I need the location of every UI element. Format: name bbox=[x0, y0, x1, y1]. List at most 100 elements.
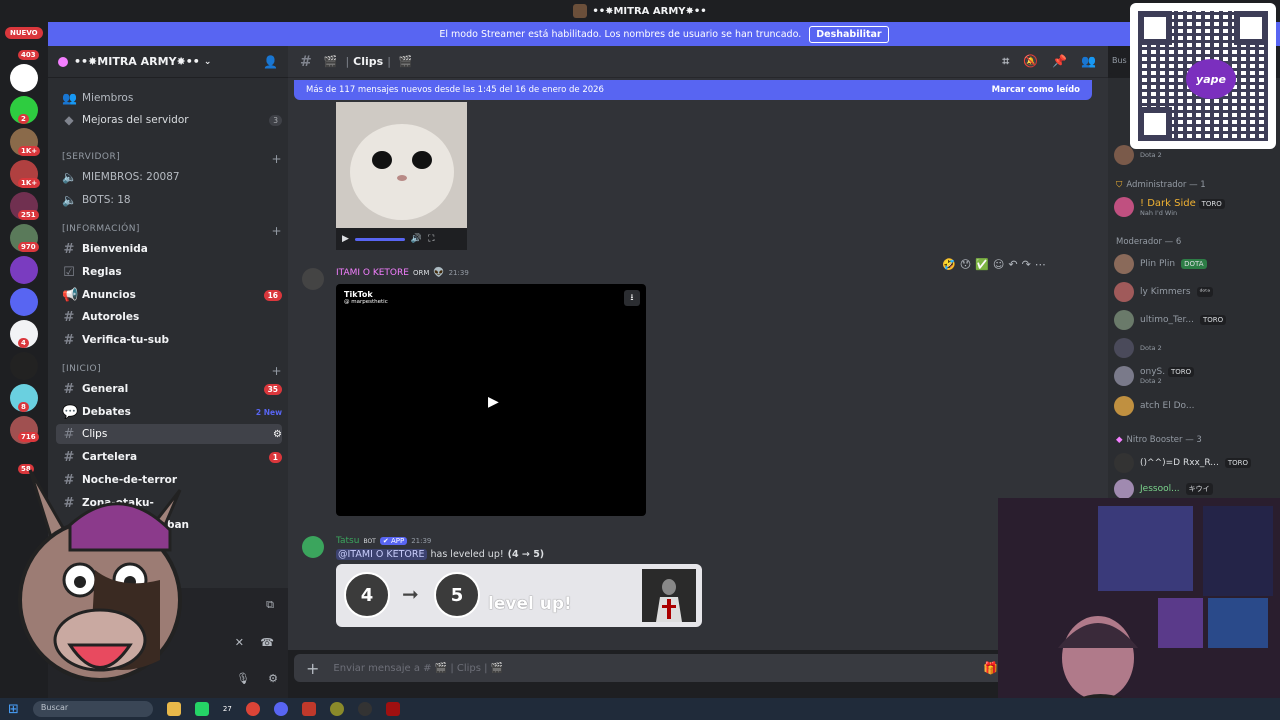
notification-icon[interactable]: 🔕 bbox=[1023, 54, 1038, 69]
webcam-overlay bbox=[998, 498, 1280, 720]
member-item[interactable]: Dota 2 bbox=[1114, 335, 1278, 361]
clapper-icon: 🎬 bbox=[398, 55, 413, 68]
message-list: Más de 117 mensajes nuevos desde las 1:4… bbox=[288, 78, 1108, 650]
new-messages-bar[interactable]: Más de 117 mensajes nuevos desde las 1:4… bbox=[294, 80, 1092, 100]
discord-icon[interactable] bbox=[273, 702, 288, 716]
hash-icon: # bbox=[300, 53, 312, 70]
microphone-icon[interactable]: 🎙 bbox=[236, 672, 250, 685]
screen-share-icon[interactable]: ⧉ bbox=[266, 598, 274, 612]
count-badge: 3 bbox=[269, 114, 282, 126]
channel-anuncios[interactable]: 📢 Anuncios 16 bbox=[56, 285, 282, 305]
disable-streamer-button[interactable]: Deshabilitar bbox=[809, 25, 889, 43]
member-item[interactable]: atch El Do... bbox=[1114, 393, 1278, 419]
forward-icon[interactable]: ↷ bbox=[1022, 258, 1031, 271]
level-up-card[interactable]: 4 ➞ 5 level up! bbox=[336, 564, 702, 627]
stat-channel-members[interactable]: 🔈 MIEMBROS: 20087 bbox=[56, 167, 282, 187]
message-composer[interactable]: + Enviar mensaje a # 🎬 | Clips | 🎬 🎁 bbox=[294, 654, 1010, 682]
server-icon[interactable] bbox=[10, 256, 38, 284]
windows-start-icon[interactable]: ⊞ bbox=[8, 702, 19, 717]
whatsapp-icon[interactable] bbox=[194, 702, 209, 716]
channel-reglas[interactable]: ☑ Reglas bbox=[56, 262, 282, 282]
category-servidor[interactable]: [SERVIDOR] + bbox=[62, 152, 282, 166]
shield-icon: ⛉ bbox=[1116, 180, 1123, 190]
threads-icon[interactable]: ⌗ bbox=[1002, 54, 1009, 69]
avatar bbox=[1114, 479, 1134, 499]
channel-verifica[interactable]: # Verifica-tu-sub bbox=[56, 330, 282, 350]
avatar bbox=[1114, 254, 1134, 274]
add-reaction-icon[interactable]: ☺ bbox=[993, 258, 1004, 271]
channel-general[interactable]: # General 35 bbox=[56, 379, 282, 399]
avatar[interactable] bbox=[302, 536, 324, 558]
taskbar-search[interactable]: Buscar bbox=[32, 701, 153, 717]
member-name: Plin Plin bbox=[1140, 259, 1176, 269]
author-name[interactable]: ITAMI O KETORE bbox=[336, 268, 409, 278]
tiktok-embed[interactable]: TikTok @ marpesthetic ⭳ ▶ bbox=[336, 284, 646, 516]
channel-autoroles[interactable]: # Autoroles bbox=[56, 307, 282, 327]
member-item[interactable]: Plin Plin DOTA bbox=[1114, 251, 1278, 277]
nuevo-badge[interactable]: NUEVO bbox=[5, 27, 43, 39]
play-icon[interactable]: ▶ bbox=[342, 234, 349, 244]
app-icon[interactable] bbox=[329, 702, 344, 716]
channel-bienvenida[interactable]: # Bienvenida bbox=[56, 239, 282, 259]
settings-icon[interactable]: ⚙ bbox=[273, 429, 282, 440]
member-item[interactable]: ultimo_Ter... TORO bbox=[1114, 307, 1278, 333]
laugh-reaction-icon[interactable]: 🤣 bbox=[942, 258, 956, 271]
obs-icon[interactable] bbox=[357, 702, 372, 716]
member-activity: Nah I'd Win bbox=[1140, 208, 1178, 217]
plus-icon[interactable]: + bbox=[271, 224, 282, 238]
app-icon bbox=[573, 4, 588, 18]
sidebar-item-boosts[interactable]: ◆ Mejoras del servidor 3 bbox=[56, 110, 282, 130]
qr-finder bbox=[1234, 11, 1268, 45]
volume-icon[interactable]: 🔊 bbox=[411, 234, 422, 244]
forum-icon: 💬 bbox=[62, 404, 79, 420]
stat-channel-bots[interactable]: 🔈 BOTS: 18 bbox=[56, 190, 282, 210]
pin-icon[interactable]: 📌 bbox=[1052, 54, 1067, 69]
member-tag: TORO bbox=[1199, 315, 1227, 325]
member-name: Jessool... bbox=[1140, 484, 1180, 494]
server-header[interactable]: ••✸MITRA ARMY✸•• ⌄ 👤 bbox=[48, 46, 288, 78]
sidebar-item-miembros[interactable]: 👥 Miembros bbox=[56, 88, 282, 108]
level-up-text: level up! bbox=[488, 594, 572, 614]
tiktok-logo: TikTok @ marpesthetic bbox=[344, 290, 388, 305]
hamster-video[interactable] bbox=[336, 102, 467, 228]
avatar[interactable] bbox=[302, 268, 324, 290]
server-icon[interactable] bbox=[10, 64, 38, 92]
member-item[interactable]: ! Dark Side TORO Nah I'd Win bbox=[1114, 194, 1278, 220]
disconnect-icon[interactable]: ☎ bbox=[260, 636, 274, 649]
invite-icon[interactable]: 👤 bbox=[263, 55, 278, 69]
dota-icon[interactable] bbox=[385, 702, 400, 716]
category-inicio[interactable]: [INICIO] + bbox=[62, 364, 282, 378]
server-icon[interactable] bbox=[10, 352, 38, 380]
channel-debates[interactable]: 💬 Debates 2 New bbox=[56, 402, 282, 422]
member-list-icon[interactable]: 👥 bbox=[1081, 54, 1096, 69]
wow-reaction-icon[interactable]: 😯 bbox=[960, 258, 971, 271]
settings-icon[interactable]: ⚙ bbox=[268, 672, 278, 685]
mute-icon[interactable]: ✕ bbox=[235, 636, 244, 649]
plus-icon[interactable]: + bbox=[271, 364, 282, 378]
add-attachment-icon[interactable]: + bbox=[306, 659, 319, 678]
server-name: ••✸MITRA ARMY✸•• bbox=[74, 55, 200, 68]
unread-badge: 1 bbox=[268, 451, 282, 463]
reply-icon[interactable]: ↶ bbox=[1008, 258, 1017, 271]
fullscreen-icon[interactable]: ⛶ bbox=[428, 234, 434, 244]
alien-icon: 👽 bbox=[433, 268, 445, 278]
download-icon[interactable]: ⭳ bbox=[624, 290, 640, 306]
play-icon[interactable]: ▶ bbox=[488, 394, 499, 410]
server-icon[interactable] bbox=[10, 288, 38, 316]
mark-as-read-button[interactable]: Marcar como leído bbox=[992, 85, 1080, 95]
check-reaction-icon[interactable]: ✅ bbox=[975, 258, 989, 271]
plus-icon[interactable]: + bbox=[271, 152, 282, 166]
more-icon[interactable]: ⋯ bbox=[1035, 258, 1046, 271]
chrome-icon[interactable] bbox=[245, 702, 260, 716]
member-item[interactable]: ()^^)=D Rxx_R... TORO bbox=[1114, 450, 1278, 476]
file-explorer-icon[interactable] bbox=[166, 702, 181, 716]
rail-badge: 8 bbox=[18, 402, 29, 412]
author-name[interactable]: Tatsu bbox=[336, 536, 359, 546]
app-icon[interactable] bbox=[301, 702, 316, 716]
volume-slider[interactable] bbox=[354, 237, 405, 241]
user-mention[interactable]: @ITAMI O KETORE bbox=[336, 549, 427, 560]
member-item[interactable]: onyS. TORO Dota 2 bbox=[1114, 363, 1278, 389]
category-informacion[interactable]: [INFORMACIÓN] + bbox=[62, 224, 282, 238]
gift-icon[interactable]: 🎁 bbox=[983, 661, 998, 675]
member-item[interactable]: ly Kimmers ᵈᵒᵗᵃ bbox=[1114, 279, 1278, 305]
